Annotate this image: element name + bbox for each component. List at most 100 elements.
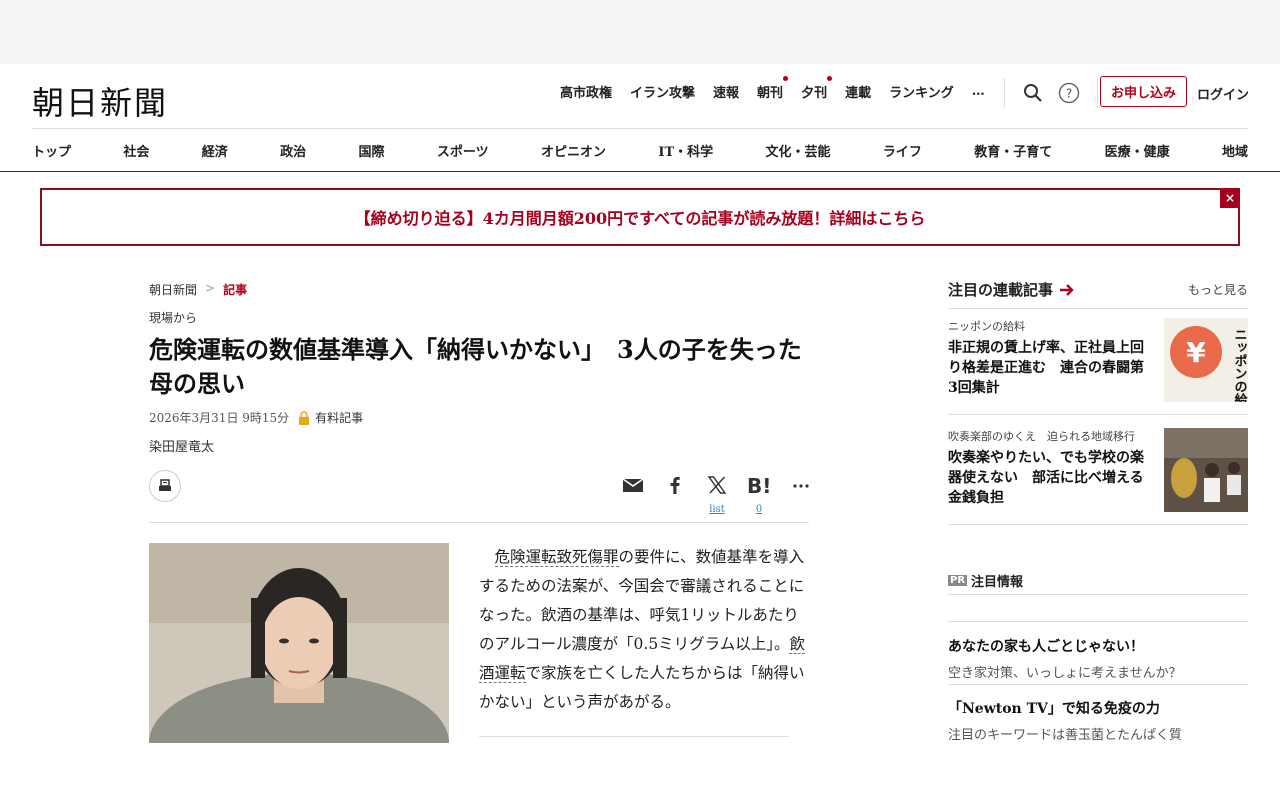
cat-economy[interactable]: 経済 — [202, 141, 228, 160]
arrow-right-icon — [1060, 283, 1074, 296]
nav-item-series[interactable]: 連載 — [845, 82, 871, 101]
pr-item-desc: 空き家対策、いっしょに考えませんか？ — [948, 666, 1182, 681]
pr-item[interactable]: あなたの家も人ごとじゃない！ 空き家対策、いっしょに考えませんか？ — [948, 636, 1248, 681]
pr-item-title[interactable]: 「Newton TV」で知る免疫の力 — [948, 698, 1248, 718]
close-icon[interactable]: × — [1220, 188, 1240, 208]
hatena-bookmark-icon: B! — [747, 474, 771, 498]
new-dot — [827, 76, 833, 81]
x-share-button[interactable]: list — [704, 474, 730, 515]
cat-education[interactable]: 教育・子育て — [974, 141, 1052, 160]
cat-culture[interactable]: 文化・芸能 — [765, 141, 830, 160]
body-text-2: で家族を亡くした人たちからは「納得いかない」という声があがる。 — [479, 664, 805, 711]
more-menu-icon[interactable]: … — [972, 84, 985, 99]
paid-badge: 有料記事 — [297, 409, 363, 426]
site-logo[interactable]: 朝日新聞 — [32, 78, 168, 124]
login-link[interactable]: ログイン — [1197, 84, 1249, 103]
lead-paragraph: 危険運転致死傷罪の要件に、数値基準を導入するための法案が、今国会で審議されること… — [479, 543, 809, 717]
x-list-link[interactable]: list — [704, 504, 730, 515]
breadcrumb-home[interactable]: 朝日新聞 — [149, 281, 197, 298]
pr-item-title[interactable]: あなたの家も人ごとじゃない！ — [948, 636, 1248, 656]
pr-divider — [948, 594, 1248, 595]
pr-item[interactable]: 「Newton TV」で知る免疫の力 注目のキーワードは善玉菌とたんぱく質 — [948, 698, 1248, 743]
mail-icon — [622, 478, 644, 492]
nav-item-iran[interactable]: イラン攻撃 — [630, 82, 695, 101]
pr-header: PR 注目情報 — [948, 571, 1023, 590]
cat-politics[interactable]: 政治 — [280, 141, 306, 160]
featured-series-header: 注目の連載記事 もっと見る — [948, 279, 1248, 309]
lock-icon — [299, 410, 310, 425]
svg-text:?: ? — [1066, 87, 1072, 101]
nav-item-breaking[interactable]: 速報 — [713, 82, 739, 101]
cat-health[interactable]: 医療・健康 — [1105, 141, 1170, 160]
article-meta: 2026年3月31日 9時15分 有料記事 — [149, 409, 363, 426]
share-divider — [149, 522, 809, 523]
cat-it-science[interactable]: IT・科学 — [658, 141, 713, 160]
nav-underline — [0, 171, 1280, 172]
article-photo[interactable] — [149, 543, 449, 743]
pr-item-desc: 注目のキーワードは善玉菌とたんぱく質 — [948, 728, 1183, 743]
featured-series-title[interactable]: 注目の連載記事 — [948, 279, 1075, 300]
cat-life[interactable]: ライフ — [883, 141, 922, 160]
cat-opinion[interactable]: オピニオン — [541, 141, 606, 160]
topic-link-dangerous-driving[interactable]: 危険運転致死傷罪 — [494, 548, 619, 567]
top-nav: 高市政権 イラン攻撃 速報 朝刊 夕刊 連載 ランキング … — [560, 76, 985, 101]
series-card-text: 吹奏楽部のゆくえ 迫られる地域移行 吹奏楽やりたい、でも学校の楽器使えない 部活… — [948, 428, 1153, 512]
promo-text: 【締め切り迫る】4カ月間月額200円ですべての記事が読み放題！詳細はこちら — [354, 209, 926, 228]
subscribe-button[interactable]: お申し込み — [1100, 76, 1187, 107]
cat-sports[interactable]: スポーツ — [437, 141, 489, 160]
publish-date: 2026年3月31日 9時15分 — [149, 411, 290, 425]
ellipsis-icon — [793, 484, 809, 488]
search-icon[interactable] — [1021, 81, 1045, 105]
cat-region[interactable]: 地域 — [1222, 141, 1248, 160]
article-body: 危険運転致死傷罪の要件に、数値基準を導入するための法案が、今国会で審議されること… — [479, 543, 809, 717]
nav-item-ranking[interactable]: ランキング — [889, 82, 954, 101]
series-headline[interactable]: 吹奏楽やりたい、でも学校の楽器使えない 部活に比べ増える金銭負担 — [948, 448, 1153, 508]
series-card-text: ニッポンの給料 非正規の賃上げ率、正社員上回り格差是正進む 連合の春闘第3回集計 — [948, 318, 1153, 402]
series-card[interactable]: 吹奏楽部のゆくえ 迫られる地域移行 吹奏楽やりたい、でも学校の楽器使えない 部活… — [948, 428, 1248, 512]
nav-item-evening[interactable]: 夕刊 — [801, 76, 833, 101]
print-button[interactable] — [149, 470, 181, 502]
mail-share-button[interactable] — [620, 474, 646, 500]
series-headline[interactable]: 非正規の賃上げ率、正社員上回り格差是正進む 連合の春闘第3回集計 — [948, 338, 1153, 398]
top-ad-band — [0, 0, 1280, 64]
article-title: 危険運転の数値基準導入「納得いかない」 3人の子を失った母の思い — [149, 335, 802, 398]
series-card[interactable]: ニッポンの給料 非正規の賃上げ率、正社員上回り格差是正進む 連合の春闘第3回集計… — [948, 318, 1248, 402]
hatena-count[interactable]: 0 — [746, 504, 772, 515]
card-divider — [948, 414, 1248, 415]
promo-banner[interactable]: 【締め切り迫る】4カ月間月額200円ですべての記事が読み放題！詳細はこちら × — [40, 188, 1240, 246]
cat-society[interactable]: 社会 — [123, 141, 149, 160]
svg-text:¥: ¥ — [1186, 336, 1206, 369]
hatena-share-button[interactable]: B! 0 — [746, 474, 772, 515]
header-tools: ? — [1004, 78, 1098, 108]
help-icon[interactable]: ? — [1057, 81, 1081, 105]
category-nav: トップ 社会 経済 政治 国際 スポーツ オピニオン IT・科学 文化・芸能 ラ… — [32, 128, 1248, 172]
author-name[interactable]: 染田屋竜太 — [149, 436, 214, 455]
breadcrumb-current[interactable]: 記事 — [223, 281, 247, 298]
pr-heading: 注目情報 — [971, 575, 1024, 590]
series-thumbnail[interactable]: ¥ ニッポンの給料 — [1164, 318, 1248, 402]
breadcrumb-separator: > — [205, 281, 216, 295]
facebook-share-button[interactable] — [662, 474, 688, 500]
cat-international[interactable]: 国際 — [359, 141, 385, 160]
nav-morning-label: 朝刊 — [757, 86, 784, 101]
series-thumbnail[interactable] — [1164, 428, 1248, 512]
featured-series-heading: 注目の連載記事 — [948, 281, 1054, 299]
x-icon — [707, 476, 727, 494]
series-category[interactable]: ニッポンの給料 — [948, 318, 1153, 334]
thumb-title: ニッポンの給料 — [1232, 328, 1248, 402]
nav-item-takaichi[interactable]: 高市政権 — [560, 82, 612, 101]
nav-item-morning[interactable]: 朝刊 — [757, 76, 789, 101]
series-category[interactable]: 吹奏楽部のゆくえ 迫られる地域移行 — [948, 428, 1153, 444]
cat-top[interactable]: トップ — [32, 141, 71, 160]
pr-badge: PR — [948, 575, 968, 586]
print-icon — [159, 479, 171, 491]
more-link[interactable]: もっと見る — [1188, 281, 1248, 298]
pr-divider — [948, 621, 1248, 622]
more-share-button[interactable] — [788, 474, 814, 500]
body-divider — [479, 736, 789, 737]
share-bar: list B! 0 — [620, 474, 814, 515]
article-section[interactable]: 現場から — [149, 309, 197, 326]
new-dot — [783, 76, 789, 81]
nav-evening-label: 夕刊 — [801, 86, 828, 101]
pr-divider — [948, 684, 1248, 685]
